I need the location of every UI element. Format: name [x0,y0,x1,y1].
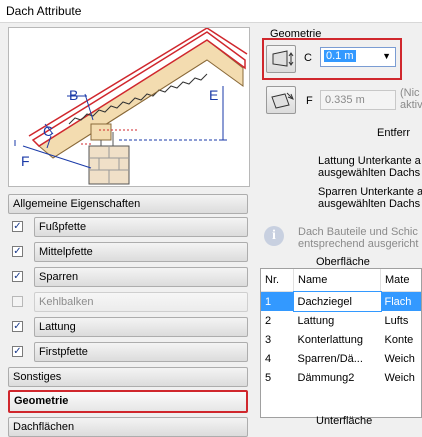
section-lattung[interactable]: Lattung [34,317,248,337]
table-row[interactable]: 1 Dachziegel Flach [261,292,422,312]
column-header-name[interactable]: Name [294,269,381,292]
oberflaeche-table[interactable]: Nr. Name Mate 1 Dachziegel Flach 2 Lattu… [260,268,422,418]
cell-name: Sparren/Dä... [294,349,381,368]
cell-nr: 2 [261,311,294,330]
lattung-offset-label-2: ausgewählten Dachs [318,167,420,179]
section-label: Mittelpfette [39,246,93,258]
cell-material: Lufts [381,311,422,330]
cell-material: Konte [381,330,422,349]
section-label: Kehlbalken [39,296,93,308]
info-text-2: entsprechend ausgericht [298,238,418,250]
c-label: C [304,52,312,64]
cell-material: Flach [381,292,422,312]
roof-diagram: B C E F [8,27,250,187]
table-row[interactable]: 2 Lattung Lufts [261,311,422,330]
dimension-f-label: F [21,153,30,169]
table-row[interactable]: 5 Dämmung2 Weich [261,368,422,387]
chevron-down-icon[interactable]: ▼ [382,51,391,61]
cell-nr: 3 [261,330,294,349]
cell-nr: 4 [261,349,294,368]
checkbox-lattung[interactable]: ✓ [12,321,23,332]
info-icon: i [264,226,284,246]
cell-name: Dämmung2 [294,368,381,387]
section-dachflaechen[interactable]: Dachflächen [8,417,248,437]
sparren-offset-label-2: ausgewählten Dachs [318,198,420,210]
entfernung-label: Entferr [377,127,410,139]
sparren-offset-label-1: Sparren Unterkante a [318,186,422,198]
cell-name: Konterlattung [294,330,381,349]
checkbox-kehlbalken[interactable] [12,296,23,307]
c-value-combobox[interactable]: 0.1 m ▼ [320,47,396,67]
rafter-offset-icon [267,46,295,72]
section-kehlbalken[interactable]: Kehlbalken [34,292,248,312]
roof-diagram-svg: B C E F [9,28,249,186]
column-header-material[interactable]: Mate [381,269,422,292]
cell-material: Weich [381,368,422,387]
window-title: Dach Attribute [6,4,81,18]
section-firstpfette[interactable]: Firstpfette [34,342,248,362]
table-row[interactable]: 4 Sparren/Dä... Weich [261,349,422,368]
c-value-text: 0.1 m [324,50,356,62]
section-label: Sparren [39,271,78,283]
section-label: Sonstiges [13,371,61,383]
section-geometrie[interactable]: Geometrie [8,390,248,413]
checkbox-mittelpfette[interactable]: ✓ [12,246,23,257]
section-fusspfette[interactable]: Fußpfette [34,217,248,237]
dimension-e-label: E [209,87,218,103]
cell-material: Weich [381,349,422,368]
section-label: Firstpfette [39,346,88,358]
checkbox-firstpfette[interactable]: ✓ [12,346,23,357]
oberflaeche-title: Oberfläche [316,256,370,268]
section-label: Fußpfette [39,221,86,233]
section-label: Lattung [39,321,76,333]
cell-nr: 5 [261,368,294,387]
rafter-length-icon [267,87,295,113]
f-value-field[interactable]: 0.335 m [320,90,396,110]
cell-nr: 1 [261,292,294,312]
checkbox-fusspfette[interactable]: ✓ [12,221,23,232]
table-row[interactable]: 3 Konterlattung Konte [261,330,422,349]
column-header-nr[interactable]: Nr. [261,269,294,292]
cell-name: Lattung [294,311,381,330]
c-offset-button[interactable] [266,45,296,73]
unterflaeche-title: Unterfläche [316,415,372,427]
section-label: Allgemeine Eigenschaften [13,198,140,210]
section-label: Geometrie [14,395,68,407]
cell-name[interactable]: Dachziegel [294,292,381,312]
section-allgemeine-eigenschaften[interactable]: Allgemeine Eigenschaften [8,194,248,214]
section-sonstiges[interactable]: Sonstiges [8,367,248,387]
section-label: Dachflächen [13,421,74,433]
checkbox-sparren[interactable]: ✓ [12,271,23,282]
section-mittelpfette[interactable]: Mittelpfette [34,242,248,262]
dimension-b-label: B [69,87,78,103]
f-value-text: 0.335 m [325,94,365,106]
window-titlebar: Dach Attribute [0,0,422,23]
lattung-offset-label-1: Lattung Unterkante a [318,155,421,167]
f-label: F [306,95,313,107]
info-text-1: Dach Bauteile und Schic [298,226,418,238]
dimension-c-label: C [43,123,53,139]
f-offset-button[interactable] [266,86,296,114]
f-note-line1: (Nic [400,87,420,99]
section-sparren[interactable]: Sparren [34,267,248,287]
f-note-line2: aktiv [400,99,422,111]
